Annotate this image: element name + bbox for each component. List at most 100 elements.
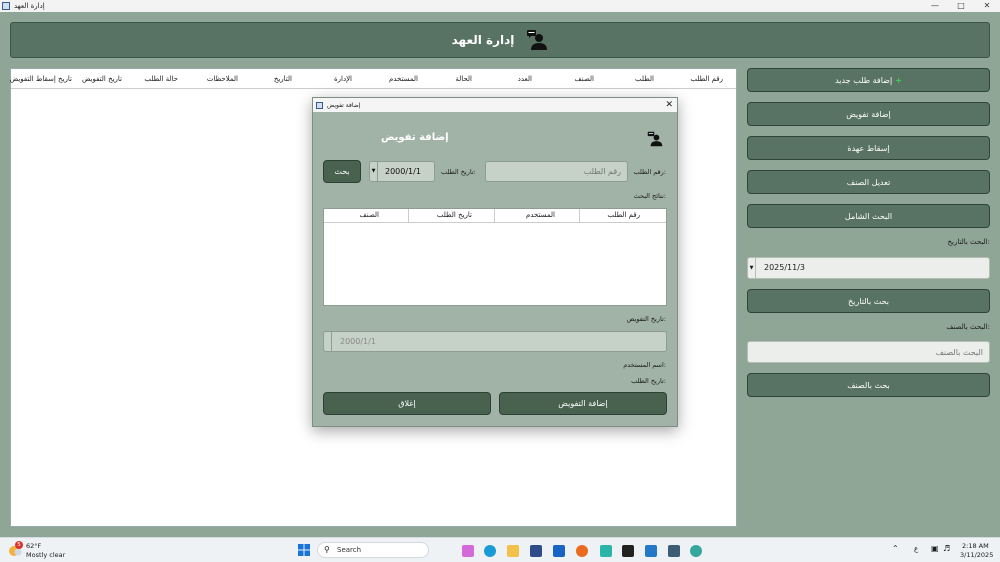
start-icon[interactable] (298, 544, 310, 556)
search-date-picker[interactable]: ▼ 2025/11/3 (747, 257, 990, 279)
taskbar: 5 62°F Mostly clear ⚲ Search ⌃ ع ▣ ♬ 2:1… (0, 537, 1000, 562)
add-delegation-label: إضافة تفويض (846, 109, 891, 119)
request-date-label: تاريخ الطلب: (441, 168, 476, 176)
dialog-titlebar: إضافة تفويض ✕ (313, 98, 677, 112)
weather-desc: Mostly clear (26, 551, 66, 559)
terminal-icon[interactable] (622, 545, 634, 557)
store-icon[interactable] (530, 545, 542, 557)
dialog-app-icon (316, 101, 323, 109)
clock-time[interactable]: 2:18 AM (962, 542, 989, 550)
edge-icon[interactable] (484, 545, 496, 557)
search-button-label: بحث (334, 167, 350, 176)
search-by-item-label: البحث بالصنف: (946, 323, 990, 331)
results-label: نتائج البحث: (633, 192, 666, 200)
maximize-icon[interactable]: □ (948, 0, 974, 12)
copilot-icon[interactable] (462, 545, 474, 557)
column-header[interactable]: تاريخ التفويض (82, 75, 122, 83)
app-icon-window[interactable] (668, 545, 680, 557)
clock-date[interactable]: 3/11/2025 (960, 551, 993, 559)
date-spinner-icon[interactable]: ▼ (370, 162, 378, 181)
results-column-header[interactable]: المستخدم (526, 211, 555, 219)
full-search-button[interactable]: البحث الشامل (747, 204, 990, 228)
search-by-item-button[interactable]: بحث بالصنف (747, 373, 990, 397)
app-icon-teal[interactable] (600, 545, 612, 557)
results-header: رقم الطلب المستخدم تاريخ الطلب الصنف (324, 209, 666, 223)
delegation-date-value: 2000/1/1 (340, 337, 376, 346)
request-number-input[interactable] (485, 161, 628, 182)
app-icon-running[interactable] (690, 545, 702, 557)
search-date-value: 2025/11/3 (764, 263, 806, 272)
request-date-picker[interactable]: ▼ 2000/1/1 (369, 161, 435, 182)
window-controls: — □ ✕ (922, 0, 1000, 12)
search-by-item-input[interactable] (747, 341, 990, 363)
search-button[interactable]: بحث (323, 160, 361, 183)
file-explorer-icon[interactable] (507, 545, 519, 557)
taskbar-search-placeholder: Search (337, 546, 362, 554)
edit-item-button[interactable]: تعديل الصنف (747, 170, 990, 194)
language-indicator[interactable]: ع (914, 545, 918, 553)
column-header[interactable]: الإدارة (334, 75, 352, 83)
search-results-table[interactable]: رقم الطلب المستخدم تاريخ الطلب الصنف (323, 208, 667, 306)
column-header[interactable]: حالة الطلب (144, 75, 178, 83)
request-date-value: 2000/1/1 (385, 167, 421, 176)
volume-icon[interactable]: ♬ (943, 544, 950, 553)
dialog-close-button[interactable]: إغلاق (323, 392, 491, 415)
add-request-button[interactable]: إضافة طلب جديد + (747, 68, 990, 92)
column-header[interactable]: الصنف (574, 75, 594, 83)
user-chat-icon (647, 131, 663, 147)
plus-icon: + (895, 75, 902, 85)
banner-title: إدارة العهد (451, 33, 515, 47)
weather-badge: 5 (15, 541, 23, 549)
window-title: إدارة العهد (14, 2, 45, 10)
add-request-label: إضافة طلب جديد (835, 75, 893, 85)
column-header[interactable]: رقم الطلب (690, 75, 723, 83)
weather-temp: 62°F (26, 542, 42, 550)
results-column-header[interactable]: رقم الطلب (607, 211, 640, 219)
app-icon (2, 2, 10, 10)
network-icon[interactable]: ▣ (931, 544, 939, 553)
minimize-icon[interactable]: — (922, 0, 948, 12)
taskbar-search-box[interactable]: ⚲ Search (317, 542, 429, 558)
date-spinner-icon[interactable]: ▼ (748, 258, 756, 278)
vscode-icon[interactable] (645, 545, 657, 557)
dialog-close-label: إغلاق (398, 399, 416, 408)
user-name-label: اسم المستخدم: (623, 361, 666, 369)
drop-custody-button[interactable]: إسقاط عهدة (747, 136, 990, 160)
search-by-date-label: البحث بالتاريخ: (947, 238, 990, 246)
delegation-date-picker[interactable]: 2000/1/1 (323, 331, 667, 352)
table-header: رقم الطلب الطلب الصنف العدد الحالة المست… (10, 69, 736, 89)
search-by-item-btn-label: بحث بالصنف (847, 380, 890, 390)
column-header[interactable]: العدد (518, 75, 532, 83)
close-icon[interactable]: ✕ (974, 0, 1000, 12)
drop-custody-label: إسقاط عهدة (847, 143, 890, 153)
user-chat-icon (526, 29, 548, 51)
firefox-icon[interactable] (576, 545, 588, 557)
request-number-label: رقم الطلب: (633, 168, 667, 176)
header-banner: إدارة العهد (10, 22, 990, 58)
request-date-info-label: تاريخ الطلب: (631, 377, 666, 385)
column-header[interactable]: الطلب (635, 75, 654, 83)
column-header[interactable]: تاريخ إسقاط التفويض (10, 75, 72, 83)
delegation-date-label: تاريخ التفويض: (626, 315, 666, 323)
edit-item-label: تعديل الصنف (846, 177, 891, 187)
column-header[interactable]: الملاحظات (207, 75, 238, 83)
column-header[interactable]: التاريخ (274, 75, 292, 83)
add-delegation-confirm-button[interactable]: إضافة التفويض (499, 392, 667, 415)
dialog-close-icon[interactable]: ✕ (665, 99, 673, 111)
search-icon: ⚲ (324, 545, 330, 554)
dialog-heading: إضافة تفويض (381, 132, 449, 143)
column-header[interactable]: المستخدم (389, 75, 418, 83)
date-spinner-icon[interactable] (324, 332, 332, 351)
column-header[interactable]: الحالة (455, 75, 472, 83)
search-by-date-btn-label: بحث بالتاريخ (848, 296, 889, 306)
search-by-date-button[interactable]: بحث بالتاريخ (747, 289, 990, 313)
results-column-header[interactable]: الصنف (359, 211, 379, 219)
add-delegation-dialog: إضافة تفويض ✕ إضافة تفويض رقم الطلب: تار… (312, 97, 678, 427)
results-column-header[interactable]: تاريخ الطلب (437, 211, 472, 219)
window-titlebar: إدارة العهد — □ ✕ (0, 0, 1000, 12)
chevron-up-icon[interactable]: ⌃ (892, 544, 899, 553)
outlook-icon[interactable] (553, 545, 565, 557)
full-search-label: البحث الشامل (844, 211, 893, 221)
add-delegation-button[interactable]: إضافة تفويض (747, 102, 990, 126)
add-delegation-confirm-label: إضافة التفويض (558, 399, 608, 408)
